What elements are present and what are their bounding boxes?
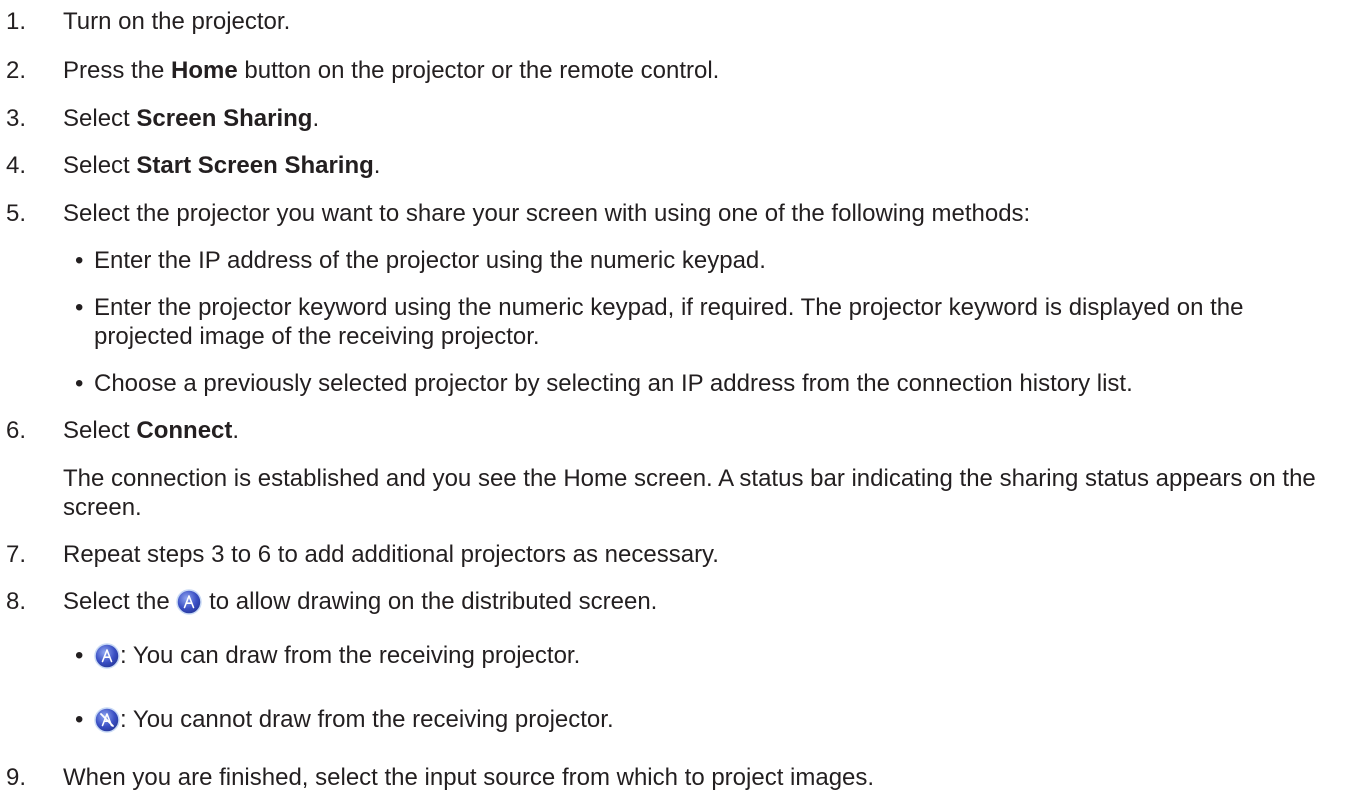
step-text: Select Connect.: [63, 416, 1353, 445]
step-text-pre: Select the: [63, 588, 177, 615]
connect-label: Connect: [136, 417, 233, 444]
step-text: Turn on the projector.: [63, 8, 291, 35]
step-text: Select Start Screen Sharing.: [63, 151, 1353, 180]
step-number: 2.: [6, 57, 27, 84]
step-text-post: .: [373, 152, 381, 179]
bullet-dot: •: [75, 642, 84, 669]
step-text: Select Screen Sharing.: [63, 104, 1353, 133]
bullet-text-label: : You cannot draw from the receiving pro…: [120, 706, 614, 733]
step-text-post: .: [312, 105, 320, 132]
bullet-dot: •: [75, 706, 84, 733]
step-text: Repeat steps 3 to 6 to add additional pr…: [63, 541, 719, 568]
step-6-note: The connection is established and you se…: [63, 465, 1316, 521]
step-number: 1.: [6, 8, 27, 35]
step-text-post: button on the projector or the remote co…: [237, 57, 720, 84]
step-number: 6.: [6, 417, 27, 444]
home-button-label: Home: [171, 57, 238, 84]
bullet-text: Enter the projector keyword using the nu…: [94, 294, 1244, 350]
drawing-disallowed-icon: [94, 707, 120, 733]
drawing-allowed-icon: [94, 643, 120, 669]
step-text: Select the projector you want to share y…: [63, 200, 1031, 227]
bullet-text: Choose a previously selected projector b…: [94, 370, 1133, 397]
step-text-pre: Select: [63, 105, 137, 132]
step-text-pre: Select: [63, 152, 137, 179]
bullet-text-label: : You can draw from the receiving projec…: [120, 642, 581, 669]
step-text: Select the to allow drawing on the distr…: [63, 587, 1353, 616]
step-text-pre: Select: [63, 417, 137, 444]
instructions-page: 1. Turn on the projector. 2. Press the H…: [0, 0, 1359, 802]
screen-sharing-label: Screen Sharing: [136, 105, 313, 132]
bullet-text: : You cannot draw from the receiving pro…: [94, 705, 614, 734]
drawing-allowed-icon: [176, 589, 203, 615]
start-screen-sharing-label: Start Screen Sharing: [136, 152, 374, 179]
step-number: 7.: [6, 541, 27, 568]
step-text: When you are finished, select the input …: [63, 764, 875, 791]
bullet-dot: •: [75, 247, 84, 274]
bullet-dot: •: [75, 370, 84, 397]
step-number: 5.: [6, 200, 27, 227]
step-text: Press the Home button on the projector o…: [63, 56, 1353, 85]
step-number: 3.: [6, 105, 27, 132]
step-number: 9.: [6, 764, 27, 791]
bullet-text: Enter the IP address of the projector us…: [94, 247, 766, 274]
step-number: 4.: [6, 152, 27, 179]
step-text-pre: Press the: [63, 57, 172, 84]
step-text-post: to allow drawing on the distributed scre…: [202, 588, 658, 615]
step-text-post: .: [232, 417, 240, 444]
step-number: 8.: [6, 588, 27, 615]
bullet-dot: •: [75, 294, 84, 321]
bullet-text: : You can draw from the receiving projec…: [94, 641, 580, 670]
